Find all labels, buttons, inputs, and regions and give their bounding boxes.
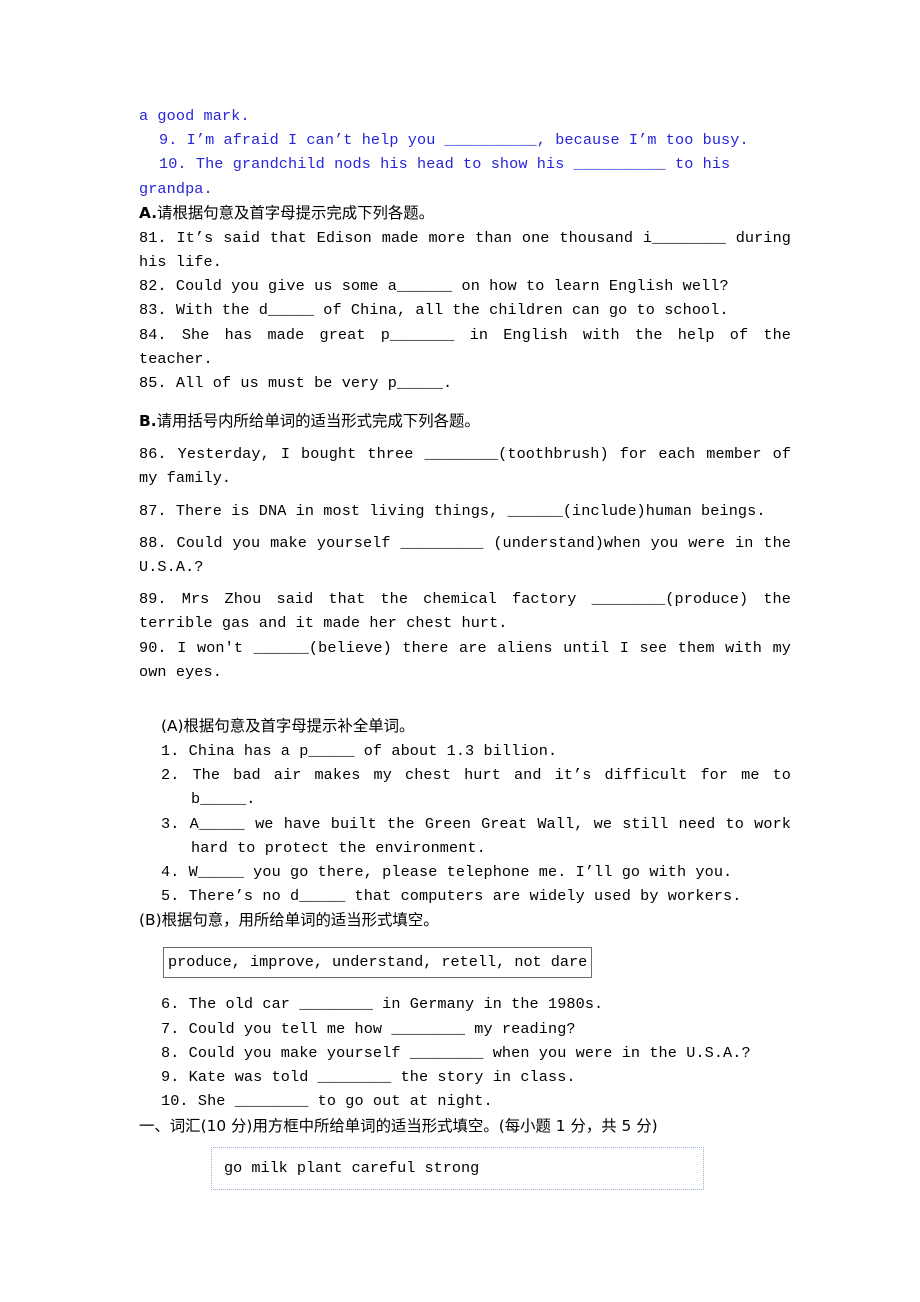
capital-b-item-6: 6. The old car ________ in Germany in th… (161, 995, 604, 1014)
section-a-item-82: 82. Could you give us some a______ on ho… (139, 277, 729, 296)
spacer-b-3 (139, 523, 791, 531)
capital-b-item-10: 10. She ________ to go out at night. (161, 1092, 493, 1111)
content-column: a good mark. 9. I’m afraid I can’t help … (139, 104, 791, 1190)
carryover-tail-line: a good mark. (139, 107, 250, 125)
section-b-heading: B.请用括号内所给单词的适当形式完成下列各题。 (139, 409, 791, 434)
section-b-heading-text: 请用括号内所给单词的适当形式完成下列各题。 (156, 412, 480, 431)
capital-a-item-4: 4. W_____ you go there, please telephone… (161, 863, 733, 882)
section-b-label: B. (139, 412, 157, 431)
section-a-heading: A.请根据句意及首字母提示完成下列各题。 (139, 201, 791, 226)
spacer-before-section-b (139, 395, 791, 409)
carryover-item-10: 10. The grandchild nods his head to show… (159, 155, 731, 174)
spacer-b-1 (139, 434, 791, 442)
word-bank-2-box: go milk plant careful strong (211, 1146, 704, 1190)
spacer-before-wordbox (139, 933, 791, 947)
carryover-item-9: 9. I’m afraid I can’t help you _________… (159, 131, 749, 150)
section-a-item-81: 81. It’s said that Edison made more than… (139, 228, 801, 272)
section-a-label: A. (139, 203, 158, 222)
capital-a-item-5: 5. There’s no d_____ that computers are … (161, 887, 742, 906)
section-a-heading-text: 请根据句意及首字母提示完成下列各题。 (157, 203, 435, 222)
word-bank-container: produce, improve, understand, retell, no… (139, 947, 791, 979)
capital-a-item-1: 1. China has a p_____ of about 1.3 billi… (161, 742, 558, 761)
section-b-item-87: 87. There is DNA in most living things, … (139, 501, 766, 520)
spacer-after-wordbox (139, 978, 791, 992)
spacer-before-wordbox-2 (139, 1139, 791, 1147)
section-a-item-84: 84. She has made great p_______ in Engli… (139, 325, 801, 368)
capital-b-item-8: 8. Could you make yourself ________ when… (161, 1043, 751, 1062)
section-one-heading: 一、词汇(10 分)用方框中所给单词的适当形式填空。(每小题 1 分，共 5 分… (139, 1116, 658, 1135)
section-capital-a-block: (A)根据句意及首字母提示补全单词。 1. China has a p_____… (139, 714, 791, 908)
carryover-item-10-tail: grandpa. (139, 179, 213, 198)
spacer-b-4 (139, 579, 791, 587)
spacer-b-2 (139, 491, 791, 499)
section-capital-b-items: 6. The old car ________ in Germany in th… (139, 992, 791, 1113)
section-b-item-89: 89. Mrs Zhou said that the chemical fact… (139, 590, 801, 633)
section-capital-b-heading: (B)根据句意，用所给单词的适当形式填空。 (139, 911, 439, 930)
capital-a-item-2: 2. The bad air makes my chest hurt and i… (161, 766, 801, 809)
section-b-item-88: 88. Could you make yourself _________ (u… (139, 533, 801, 577)
capital-b-item-7: 7. Could you tell me how ________ my rea… (161, 1019, 576, 1038)
capital-a-item-3: 3. A_____ we have built the Green Great … (161, 814, 801, 857)
word-bank-box: produce, improve, understand, retell, no… (163, 947, 593, 979)
capital-b-item-9: 9. Kate was told ________ the story in c… (161, 1068, 576, 1087)
section-a-item-83: 83. With the d_____ of China, all the ch… (139, 301, 729, 320)
section-capital-a-heading: (A)根据句意及首字母提示补全单词。 (161, 717, 415, 736)
word-bank-2-container: go milk plant careful strong (139, 1146, 791, 1190)
worksheet-page: a good mark. 9. I’m afraid I can’t help … (0, 0, 920, 1302)
section-a-item-85: 85. All of us must be very p_____. (139, 374, 453, 393)
spacer-before-capital-a (139, 684, 791, 714)
section-b-item-86: 86. Yesterday, I bought three ________(t… (139, 445, 801, 488)
section-b-item-90: 90. I won't ______(believe) there are al… (139, 638, 801, 681)
